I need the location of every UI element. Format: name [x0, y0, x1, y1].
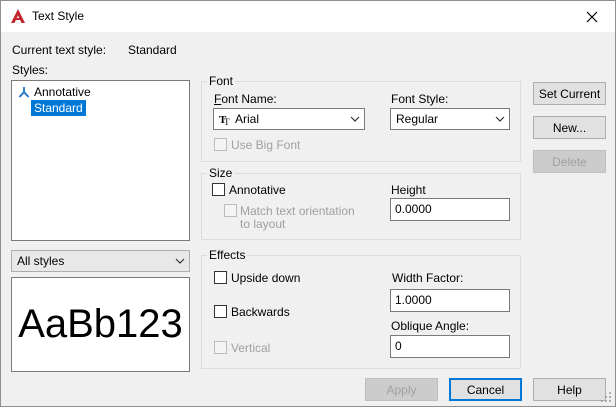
- preview-text: AaBb123: [18, 302, 183, 346]
- font-name-value: Arial: [235, 112, 260, 126]
- list-item-label: Standard: [34, 101, 83, 115]
- styles-label: Styles:: [12, 63, 49, 77]
- list-item-annotative[interactable]: Annotative: [18, 85, 91, 99]
- chevron-down-icon: [175, 258, 185, 264]
- new-button[interactable]: New...: [533, 116, 606, 139]
- font-group-title: Font: [207, 74, 236, 88]
- use-big-font-label: Use Big Font: [231, 138, 301, 152]
- text-style-dialog: Text Style Current text style: Standard …: [0, 0, 616, 407]
- font-style-label: Font Style:: [391, 92, 449, 106]
- autocad-app-icon: [11, 9, 25, 23]
- oblique-angle-label: Oblique Angle:: [391, 319, 470, 333]
- close-icon: [586, 11, 598, 22]
- backwards-checkbox[interactable]: [214, 305, 227, 318]
- size-annotative-label: Annotative: [229, 183, 286, 197]
- height-label: Height: [391, 183, 426, 197]
- annotative-icon: [18, 87, 30, 98]
- apply-button[interactable]: Apply: [365, 378, 438, 401]
- styles-filter-dropdown[interactable]: All styles: [11, 250, 190, 272]
- svg-text:T: T: [224, 117, 230, 125]
- vertical-label: Vertical: [231, 341, 271, 355]
- current-style-value: Standard: [128, 43, 177, 57]
- chevron-down-icon: [495, 116, 505, 122]
- window-title: Text Style: [32, 9, 85, 23]
- size-annotative-checkbox[interactable]: [212, 183, 225, 196]
- styles-filter-value: All styles: [17, 254, 65, 268]
- styles-list[interactable]: Annotative Standard: [11, 80, 190, 241]
- style-preview: AaBb123: [11, 277, 190, 372]
- list-item-label: Annotative: [34, 85, 91, 99]
- set-current-button[interactable]: Set Current: [533, 82, 606, 105]
- use-big-font-checkbox[interactable]: [214, 138, 227, 151]
- font-style-value: Regular: [396, 112, 439, 126]
- delete-button[interactable]: Delete: [533, 150, 606, 173]
- vertical-checkbox[interactable]: [214, 341, 227, 354]
- font-name-label: Font Name:: [214, 92, 277, 106]
- width-factor-label: Width Factor:: [392, 271, 464, 285]
- cancel-button[interactable]: Cancel: [449, 378, 522, 401]
- current-style-label: Current text style:: [12, 43, 107, 57]
- resize-grip-icon[interactable]: [600, 391, 612, 403]
- match-orientation-checkbox[interactable]: [224, 204, 237, 217]
- font-style-dropdown[interactable]: Regular: [390, 108, 510, 130]
- truetype-icon: T T: [219, 114, 230, 125]
- match-orientation-label-2: to layout: [240, 217, 286, 231]
- match-orientation-label-1: Match text orientation: [240, 204, 355, 218]
- upside-down-label: Upside down: [231, 271, 301, 285]
- backwards-label: Backwards: [231, 305, 290, 319]
- height-input[interactable]: 0.0000: [390, 198, 510, 221]
- width-factor-input[interactable]: 1.0000: [390, 289, 510, 312]
- oblique-angle-input[interactable]: 0: [390, 335, 510, 358]
- chevron-down-icon: [350, 116, 360, 122]
- list-item-standard[interactable]: Standard: [31, 100, 86, 116]
- help-button[interactable]: Help: [533, 378, 606, 401]
- close-button[interactable]: [569, 1, 615, 32]
- effects-group-title: Effects: [207, 248, 248, 262]
- upside-down-checkbox[interactable]: [214, 271, 227, 284]
- size-group-title: Size: [207, 166, 235, 180]
- font-name-dropdown[interactable]: T T Arial: [213, 108, 365, 130]
- title-bar: Text Style: [1, 1, 615, 32]
